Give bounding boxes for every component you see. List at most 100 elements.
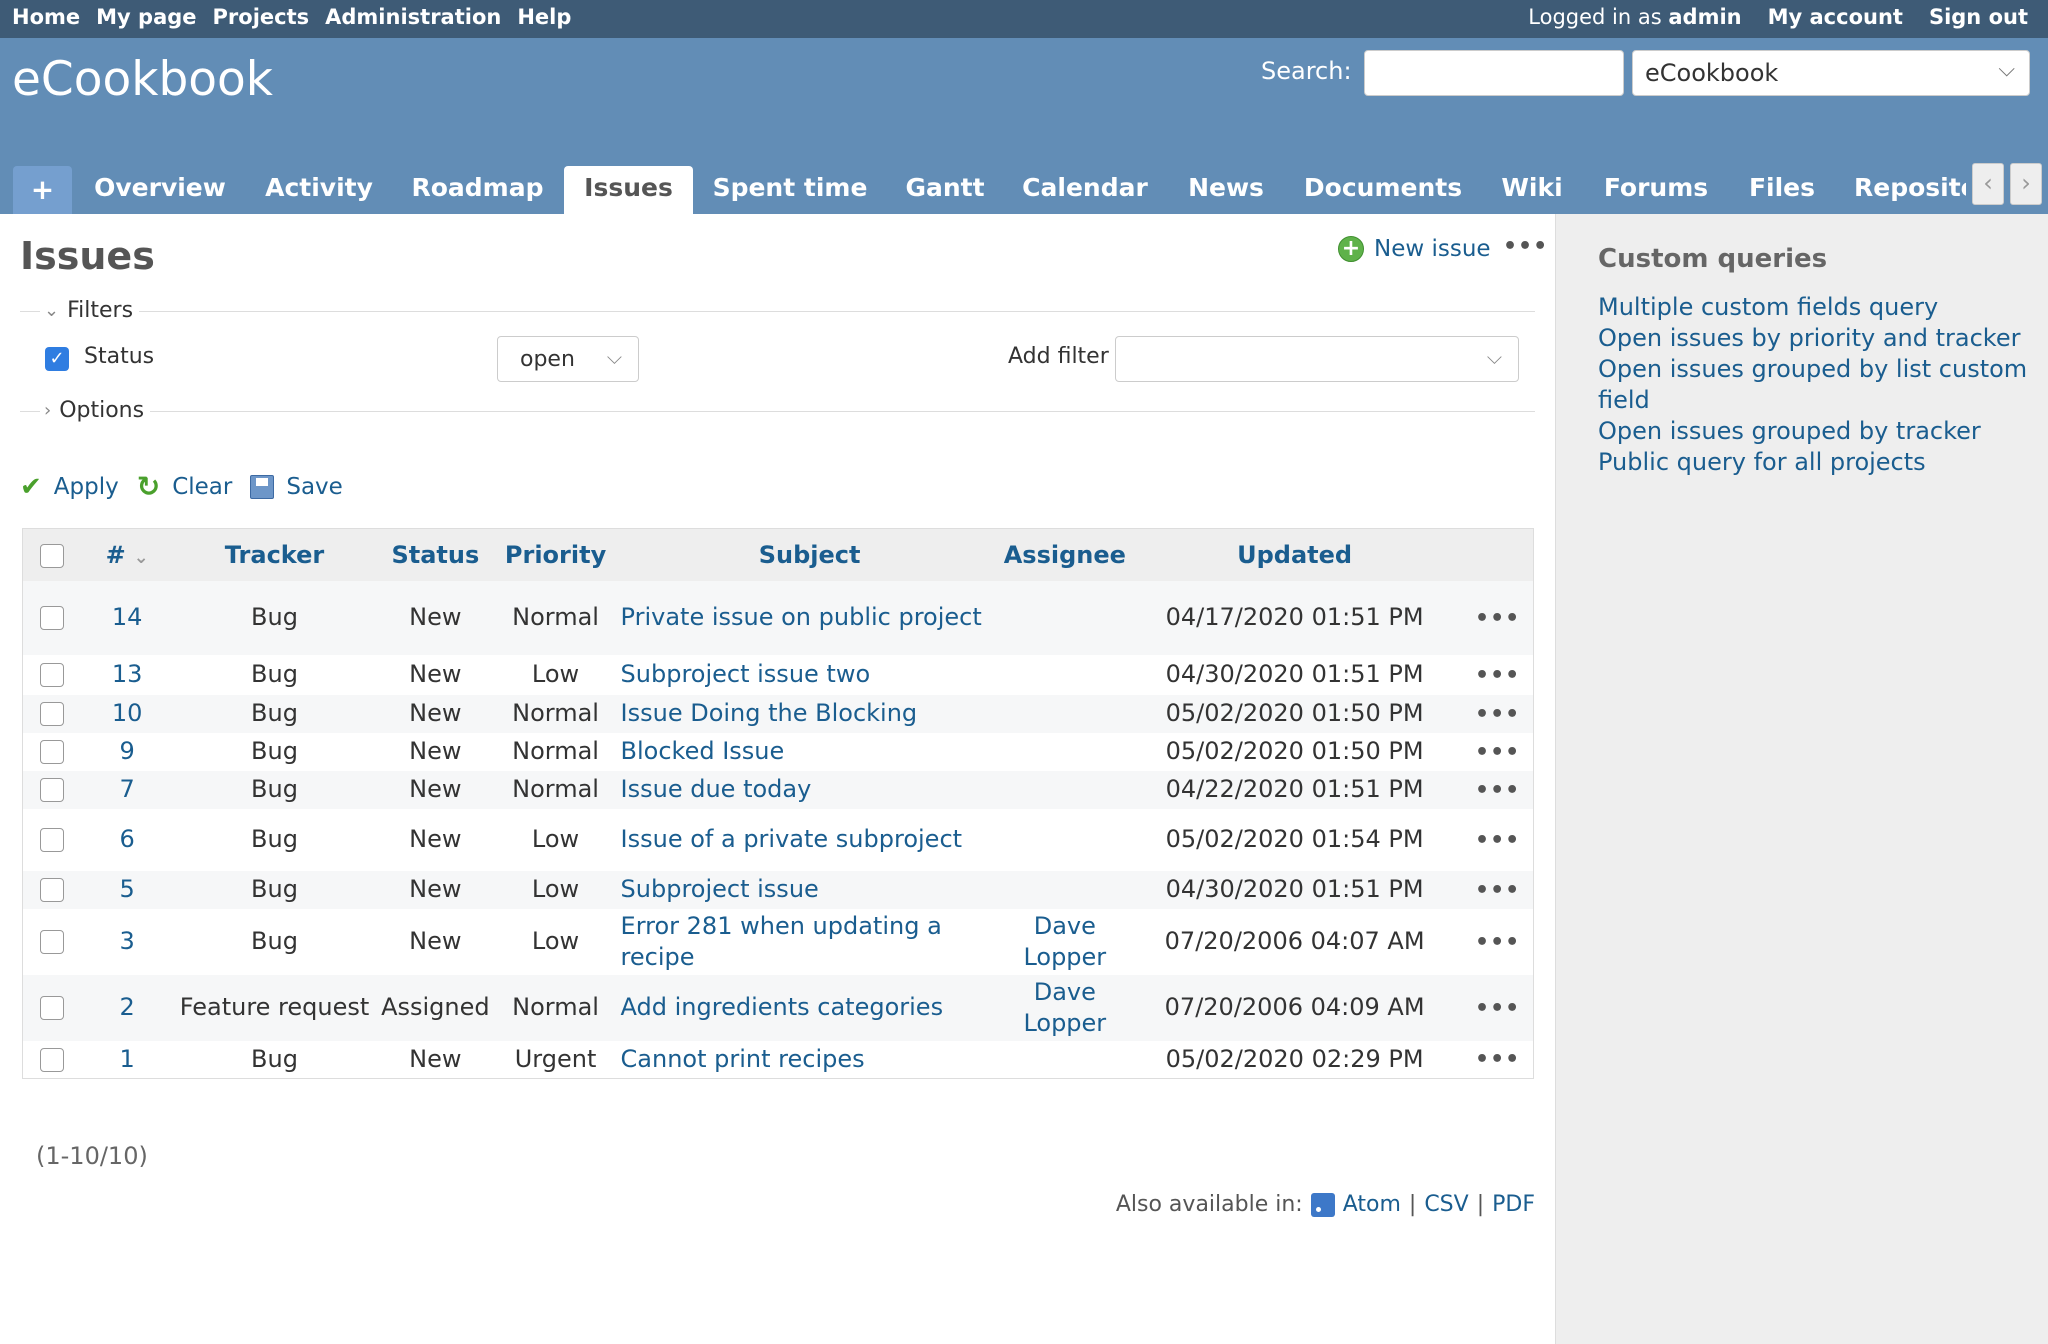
tab-wiki[interactable]: Wiki (1494, 166, 1570, 214)
status-operator-select[interactable]: open ⌵ (497, 336, 639, 382)
tab-repository[interactable]: Reposito (1854, 166, 1966, 214)
issue-id-link[interactable]: 14 (112, 603, 143, 631)
row-actions-icon[interactable]: ••• (1475, 663, 1520, 688)
filters-legend[interactable]: ⌄ Filters (40, 298, 140, 323)
clear-button[interactable]: ↻ Clear (137, 470, 233, 503)
table-row[interactable]: 1 Bug New Urgent Cannot print recipes 05/02/2… (22, 1040, 1534, 1079)
issue-id-link[interactable]: 1 (120, 1045, 135, 1073)
top-menu-administration[interactable]: Administration (325, 5, 501, 29)
logged-in-user-link[interactable]: admin (1668, 5, 1741, 29)
top-menu-home[interactable]: Home (12, 5, 80, 29)
table-row[interactable]: 13 Bug New Low Subproject issue two 04/30/202… (22, 654, 1534, 695)
tab-issues[interactable]: Issues (564, 166, 693, 214)
issue-subject-link[interactable]: Add ingredients categories (621, 993, 944, 1021)
row-actions-icon[interactable]: ••• (1475, 828, 1520, 853)
row-actions-icon[interactable]: ••• (1475, 878, 1520, 903)
issue-id-link[interactable]: 13 (112, 660, 143, 688)
status-filter-checkbox[interactable]: ✓ (45, 347, 69, 371)
custom-query-link[interactable]: Multiple custom fields query (1598, 293, 1938, 321)
tab-files[interactable]: Files (1742, 166, 1822, 214)
table-row[interactable]: 10 Bug New Normal Issue Doing the Blocking 05… (22, 694, 1534, 733)
row-actions-icon[interactable]: ••• (1475, 778, 1520, 803)
table-row[interactable]: 14 Bug New Normal Private issue on public pr… (22, 580, 1534, 655)
column-header-updated[interactable]: Updated (1127, 529, 1462, 581)
tabs-scroll-right[interactable]: › (2010, 163, 2042, 205)
tab-documents[interactable]: Documents (1298, 166, 1468, 214)
new-issue-link[interactable]: + New issue (1338, 236, 1491, 262)
tab-new-object[interactable]: + (13, 166, 72, 214)
custom-query-link[interactable]: Public query for all projects (1598, 448, 1926, 476)
tab-news[interactable]: News (1178, 166, 1274, 214)
apply-button[interactable]: ✔ Apply (20, 472, 119, 502)
issue-subject-link[interactable]: Issue Doing the Blocking (621, 699, 918, 727)
save-query-button[interactable]: Save (250, 474, 343, 500)
select-all-checkbox[interactable] (40, 543, 65, 568)
row-checkbox[interactable] (40, 996, 65, 1020)
more-actions-icon[interactable]: ••• (1503, 234, 1548, 259)
issue-subject-link[interactable]: Error 281 when updating a recipe (621, 912, 942, 971)
column-header-assignee[interactable]: Assignee (1003, 529, 1127, 581)
column-header-status[interactable]: Status (376, 529, 494, 581)
add-filter-select[interactable]: ⌵ (1115, 336, 1519, 382)
options-legend[interactable]: › Options (40, 398, 151, 423)
table-row[interactable]: 3 Bug New Low Error 281 when updating a reci… (22, 908, 1534, 975)
row-checkbox[interactable] (40, 828, 65, 852)
column-header-subject[interactable]: Subject (617, 529, 1003, 581)
table-row[interactable]: 5 Bug New Low Subproject issue 04/30/2020 01:… (22, 870, 1534, 909)
issue-subject-link[interactable]: Subproject issue two (621, 660, 871, 688)
tab-calendar[interactable]: Calendar (1012, 166, 1158, 214)
tab-spent-time[interactable]: Spent time (706, 166, 874, 214)
project-jump-select[interactable]: eCookbook ⌵ (1632, 50, 2030, 96)
table-row[interactable]: 6 Bug New Low Issue of a private subproject 0… (22, 808, 1534, 871)
custom-query-link[interactable]: Open issues grouped by list custom field (1598, 355, 2027, 414)
row-actions-icon[interactable]: ••• (1475, 996, 1520, 1021)
tab-gantt[interactable]: Gantt (892, 166, 998, 214)
row-checkbox[interactable] (40, 930, 65, 954)
row-actions-icon[interactable]: ••• (1475, 702, 1520, 727)
issue-id-link[interactable]: 9 (120, 737, 135, 765)
top-menu-my-page[interactable]: My page (96, 5, 196, 29)
row-checkbox[interactable] (40, 1047, 65, 1072)
row-actions-icon[interactable]: ••• (1475, 1047, 1520, 1072)
issue-id-link[interactable]: 7 (120, 775, 135, 803)
issue-id-link[interactable]: 3 (120, 927, 135, 955)
row-checkbox[interactable] (40, 606, 65, 630)
csv-link[interactable]: CSV (1424, 1192, 1468, 1217)
table-row[interactable]: 9 Bug New Normal Blocked Issue 05/02/2020 01:… (22, 732, 1534, 771)
tab-activity[interactable]: Activity (252, 166, 386, 214)
row-checkbox[interactable] (40, 663, 65, 687)
row-checkbox[interactable] (40, 702, 65, 726)
table-row[interactable]: 2 Feature request Assigned Normal Add ingred… (22, 974, 1534, 1041)
issue-id-link[interactable]: 2 (120, 993, 135, 1021)
tab-overview[interactable]: Overview (82, 166, 238, 214)
issue-id-link[interactable]: 5 (120, 875, 135, 903)
custom-query-link[interactable]: Open issues by priority and tracker (1598, 324, 2020, 352)
issue-assignee-link[interactable]: Dave Lopper (1023, 978, 1106, 1037)
row-checkbox[interactable] (40, 778, 65, 802)
sign-out-link[interactable]: Sign out (1929, 5, 2028, 29)
column-header-id[interactable]: # ⌄ (81, 529, 172, 581)
my-account-link[interactable]: My account (1768, 5, 1903, 29)
top-menu-help[interactable]: Help (517, 5, 571, 29)
issue-subject-link[interactable]: Cannot print recipes (621, 1045, 865, 1073)
row-checkbox[interactable] (40, 740, 65, 764)
column-header-priority[interactable]: Priority (495, 529, 617, 581)
row-actions-icon[interactable]: ••• (1475, 930, 1520, 955)
issue-subject-link[interactable]: Blocked Issue (621, 737, 785, 765)
row-actions-icon[interactable]: ••• (1475, 740, 1520, 765)
issue-subject-link[interactable]: Private issue on public project (621, 603, 982, 631)
search-input[interactable] (1364, 50, 1624, 96)
issue-subject-link[interactable]: Subproject issue (621, 875, 819, 903)
issue-subject-link[interactable]: Issue due today (621, 775, 812, 803)
tab-forums[interactable]: Forums (1596, 166, 1716, 214)
custom-query-link[interactable]: Open issues grouped by tracker (1598, 417, 1981, 445)
row-checkbox[interactable] (40, 878, 65, 902)
row-actions-icon[interactable]: ••• (1475, 606, 1520, 631)
pdf-link[interactable]: PDF (1492, 1192, 1535, 1217)
column-header-tracker[interactable]: Tracker (173, 529, 376, 581)
issue-subject-link[interactable]: Issue of a private subproject (621, 825, 963, 853)
atom-link[interactable]: Atom (1343, 1192, 1401, 1217)
top-menu-projects[interactable]: Projects (213, 5, 310, 29)
issue-id-link[interactable]: 6 (120, 825, 135, 853)
issue-id-link[interactable]: 10 (112, 699, 143, 727)
